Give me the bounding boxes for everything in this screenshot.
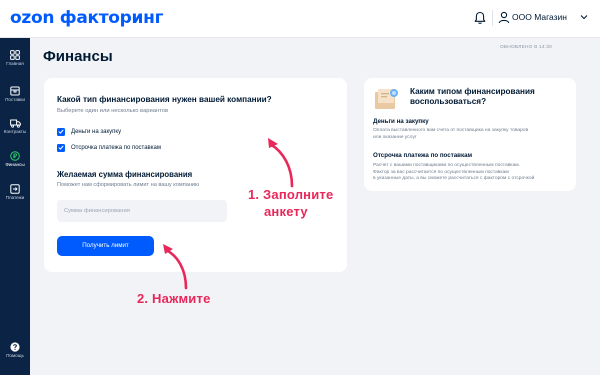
financing-amount-input[interactable] (57, 200, 227, 222)
bell-icon[interactable] (473, 11, 487, 25)
sidebar: Главная Поставки Контракты Финансы Плате… (0, 38, 30, 375)
annotation-line: анкету (264, 204, 308, 219)
checkbox-checked[interactable] (57, 127, 65, 136)
sidebar-item-contracts[interactable]: Контракты (0, 118, 30, 135)
annotation-arrow-1 (268, 138, 294, 188)
user-icon (498, 11, 510, 24)
header-divider (492, 10, 493, 26)
sidebar-item-payments[interactable]: Платежи (0, 184, 30, 201)
checkmark-icon (58, 145, 64, 150)
sidebar-item-label: Финансы (5, 162, 25, 167)
sidebar-item-help[interactable]: Помощь (0, 342, 30, 359)
financing-type-hint: Выберете один или несколько вариантов (57, 108, 169, 114)
info-text-line: Оплата выставленного вам счета от постав… (373, 128, 529, 133)
payment-icon (10, 184, 20, 194)
sidebar-item-label: Платежи (5, 195, 25, 200)
sidebar-item-label: Поставки (5, 97, 25, 102)
sidebar-item-label: Главная (6, 61, 24, 66)
page-title: Финансы (43, 48, 113, 65)
coin-icon (10, 151, 20, 161)
info-text-purchase: Оплата выставленного вам счета от постав… (373, 128, 573, 141)
option-payment-deferral[interactable]: Отсрочка платежа по поставкам (57, 143, 161, 152)
grid-icon (10, 50, 20, 60)
info-title: Каким типом финансирования воспользовать… (410, 87, 535, 106)
document-illustration-icon (375, 89, 398, 109)
sidebar-item-label: Контракты (3, 129, 27, 134)
checkmark-icon (58, 129, 64, 134)
help-icon (10, 342, 20, 352)
info-heading-purchase: Деньги на закупку (373, 118, 429, 125)
sidebar-item-label: Помощь (6, 353, 24, 358)
sidebar-item-shipments[interactable]: Поставки (0, 86, 30, 103)
annotation-step-2: 2. Нажмите (137, 291, 211, 306)
sidebar-item-home[interactable]: Главная (0, 50, 30, 67)
sidebar-item-finance[interactable]: Финансы (0, 151, 30, 168)
financing-type-question: Какой тип финансирования нужен вашей ком… (57, 95, 272, 104)
top-bar: ozon факторинг ООО Магазин (0, 0, 600, 38)
annotation-arrow-2 (163, 244, 188, 290)
info-text-deferral: Расчет с вашими поставщиками по осуществ… (373, 163, 573, 183)
info-text-line: или оказание услуг (373, 134, 417, 140)
desired-sum-hint: Поможет нам сформировать лимит на вашу к… (57, 182, 200, 188)
company-menu[interactable]: ООО Магазин (512, 11, 567, 24)
option-label: Деньги на закупку (71, 128, 122, 135)
option-label: Отсрочка платежа по поставкам (71, 144, 161, 151)
info-text-line: Расчет с вашими поставщиками по осуществ… (373, 163, 520, 168)
chevron-down-icon[interactable] (580, 14, 588, 20)
ozon-factoring-logo[interactable]: ozon факторинг (10, 7, 164, 29)
annotation-line: 1. Заполните (248, 187, 334, 202)
box-icon (10, 86, 20, 96)
get-limit-button[interactable]: Получить лимит (57, 236, 154, 256)
option-purchase-money[interactable]: Деньги на закупку (57, 127, 121, 136)
checkbox-checked[interactable] (57, 143, 65, 152)
info-heading-deferral: Отсрочка платежа по поставкам (373, 152, 473, 159)
info-text-line: в указанные даты, а вы сможете рассчитат… (373, 176, 535, 182)
desired-sum-title: Желаемая сумма финансирования (57, 170, 193, 179)
truck-icon (9, 119, 21, 128)
updated-timestamp: ОБНОВЛЕНО В 14:30 (500, 45, 553, 50)
annotation-step-1: 1. Заполните анкету (248, 186, 333, 220)
